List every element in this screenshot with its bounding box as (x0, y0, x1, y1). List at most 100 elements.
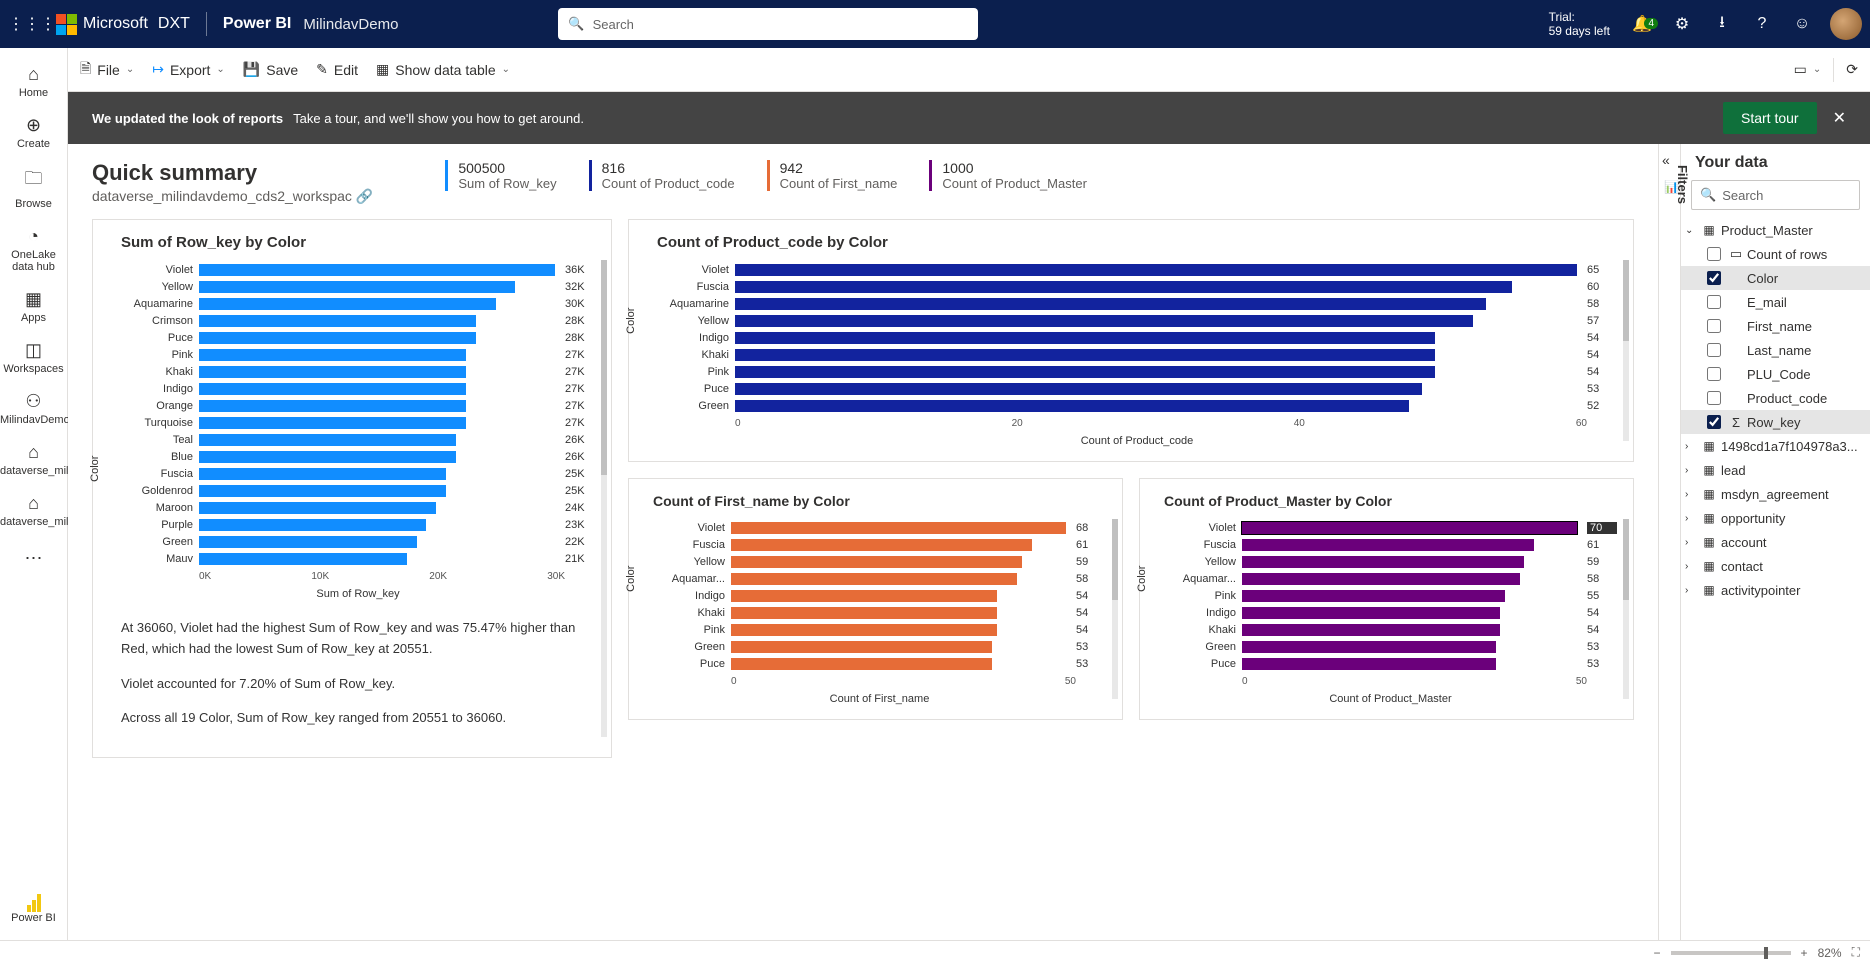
bar[interactable] (731, 607, 997, 619)
nav-create[interactable]: ⊕Create (0, 107, 67, 158)
table-account[interactable]: › ▦ account (1681, 530, 1870, 554)
bar[interactable] (735, 332, 1435, 344)
notifications-icon[interactable]: 🔔4 (1622, 14, 1662, 34)
chart-card-sum-rowkey[interactable]: Sum of Row_key by Color Color Violet 36K… (92, 219, 612, 758)
nav-home[interactable]: ⌂Home (0, 56, 67, 107)
bar[interactable] (731, 658, 992, 670)
bar[interactable] (731, 522, 1066, 534)
kpi-card[interactable]: 942Count of First_name (767, 160, 898, 191)
bar[interactable] (1242, 607, 1500, 619)
workspace-name[interactable]: MilindavDemo (303, 16, 398, 33)
help-icon[interactable]: ? (1742, 15, 1782, 33)
field-product-code[interactable]: Product_code (1681, 386, 1870, 410)
table-contact[interactable]: › ▦ contact (1681, 554, 1870, 578)
bar[interactable] (731, 556, 1022, 568)
bar[interactable] (199, 349, 466, 361)
bar[interactable] (199, 434, 456, 446)
nav-ws-dataverse1[interactable]: ⌂dataverse_milindavdem... (0, 434, 67, 485)
bar[interactable] (199, 264, 555, 276)
bar[interactable] (1242, 539, 1534, 551)
bar[interactable] (731, 624, 997, 636)
field-checkbox[interactable] (1707, 367, 1721, 381)
bar[interactable] (731, 590, 997, 602)
bar[interactable] (735, 281, 1512, 293)
bar[interactable] (199, 281, 515, 293)
nav-ws-dataverse2[interactable]: ⌂dataverse_milindavdem... (0, 485, 67, 536)
bar[interactable] (1242, 624, 1500, 636)
collapse-icon[interactable]: « (1662, 152, 1670, 168)
bar[interactable] (199, 553, 407, 565)
export-menu[interactable]: ↦Export⌄ (152, 61, 225, 78)
field-row-key[interactable]: Σ Row_key (1681, 410, 1870, 434)
bar[interactable] (199, 536, 417, 548)
bar[interactable] (731, 573, 1017, 585)
bar[interactable] (199, 400, 466, 412)
table-lead[interactable]: › ▦ lead (1681, 458, 1870, 482)
app-launcher-icon[interactable]: ⋮⋮⋮ (8, 14, 48, 34)
bar[interactable] (731, 539, 1032, 551)
bar[interactable] (735, 400, 1409, 412)
close-icon[interactable]: ✕ (1833, 108, 1846, 128)
bar[interactable] (735, 264, 1577, 276)
search-input[interactable]: 🔍 Search (558, 8, 978, 40)
chart-card-first-name[interactable]: Count of First_name by Color Color Viole… (628, 478, 1123, 720)
field-color[interactable]: Color (1681, 266, 1870, 290)
start-tour-button[interactable]: Start tour (1723, 102, 1817, 134)
bar[interactable] (199, 298, 496, 310)
refresh-button[interactable]: ⟳ (1846, 61, 1858, 78)
bar[interactable] (199, 417, 466, 429)
kpi-card[interactable]: 500500Sum of Row_key (445, 160, 556, 191)
bar[interactable] (199, 332, 476, 344)
bar[interactable] (735, 315, 1473, 327)
bar[interactable] (1242, 590, 1505, 602)
bar[interactable] (735, 383, 1422, 395)
zoom-slider[interactable] (1671, 951, 1791, 955)
bar[interactable] (735, 366, 1435, 378)
filters-pane-collapsed[interactable]: « 📊 Filters (1658, 144, 1680, 940)
scrollbar[interactable] (601, 260, 607, 737)
table-opportunity[interactable]: › ▦ opportunity (1681, 506, 1870, 530)
nav-onelake[interactable]: ◔OneLake data hub (0, 218, 67, 281)
view-mode-menu[interactable]: ▭⌄ (1794, 61, 1822, 78)
field-count-of-rows[interactable]: ▭ Count of rows (1681, 242, 1870, 266)
feedback-icon[interactable]: ☺ (1782, 15, 1822, 33)
show-data-table-menu[interactable]: ▦Show data table⌄ (376, 61, 510, 78)
zoom-out-button[interactable]: − (1654, 946, 1661, 960)
scrollbar[interactable] (1112, 519, 1118, 699)
nav-powerbi[interactable]: Power BI (0, 886, 67, 932)
data-search-input[interactable]: 🔍 Search (1691, 180, 1860, 210)
settings-icon[interactable]: ⚙ (1662, 14, 1702, 34)
field-last-name[interactable]: Last_name (1681, 338, 1870, 362)
bar[interactable] (1242, 641, 1496, 653)
nav-more[interactable]: ⋯ (0, 540, 67, 577)
nav-ws-milindav[interactable]: ⚇MilindavDemo (0, 383, 67, 434)
save-button[interactable]: 💾Save (243, 61, 298, 78)
field-checkbox[interactable] (1707, 247, 1721, 261)
bar[interactable] (735, 349, 1435, 361)
table-1498cd1a7f104978a3---[interactable]: › ▦ 1498cd1a7f104978a3... (1681, 434, 1870, 458)
bar[interactable] (199, 366, 466, 378)
file-menu[interactable]: 🗎File⌄ (80, 58, 134, 82)
bar[interactable] (199, 502, 436, 514)
bar[interactable] (731, 641, 992, 653)
field-checkbox[interactable] (1707, 319, 1721, 333)
bar[interactable] (199, 468, 446, 480)
bar[interactable] (1242, 522, 1577, 534)
trial-status[interactable]: Trial: 59 days left (1549, 10, 1610, 38)
field-plu-code[interactable]: PLU_Code (1681, 362, 1870, 386)
zoom-in-button[interactable]: + (1801, 946, 1808, 960)
field-checkbox[interactable] (1707, 295, 1721, 309)
field-checkbox[interactable] (1707, 391, 1721, 405)
chart-card-product-code[interactable]: Count of Product_code by Color Color Vio… (628, 219, 1634, 462)
download-icon[interactable]: ⭳ (1702, 11, 1742, 38)
product-name[interactable]: Power BI (223, 15, 291, 33)
scrollbar[interactable] (1623, 519, 1629, 699)
bar[interactable] (1242, 573, 1520, 585)
edit-button[interactable]: ✎Edit (316, 61, 358, 78)
table-activitypointer[interactable]: › ▦ activitypointer (1681, 578, 1870, 602)
kpi-card[interactable]: 1000Count of Product_Master (929, 160, 1087, 191)
nav-browse[interactable]: 🗀Browse (0, 158, 67, 218)
fit-to-page-button[interactable]: ⛶ (1852, 945, 1860, 960)
bar[interactable] (199, 383, 466, 395)
scrollbar[interactable] (1623, 260, 1629, 441)
